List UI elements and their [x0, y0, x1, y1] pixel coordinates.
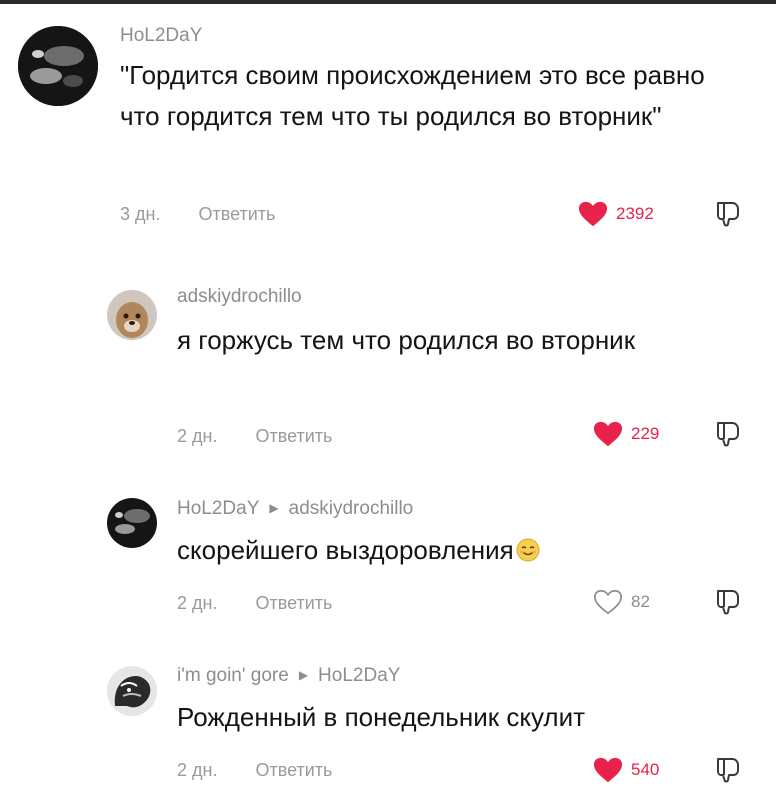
avatar-image: [107, 498, 157, 548]
comment-username[interactable]: HoL2DaY ▶ adskiydrochillo: [177, 498, 413, 520]
heart-icon: [593, 757, 623, 783]
comment-meta: 2 дн. Ответить: [177, 760, 332, 781]
heart-icon: [593, 421, 623, 447]
comment-age: 2 дн.: [177, 426, 218, 446]
reply-to-username[interactable]: HoL2DaY: [318, 665, 400, 686]
comment-item: HoL2DaY "Гордится своим происхождением э…: [0, 0, 776, 240]
avatar[interactable]: [107, 290, 157, 340]
dislike-icon[interactable]: [713, 199, 743, 229]
comment-username[interactable]: HoL2DaY: [120, 25, 202, 47]
comment-age: 2 дн.: [177, 760, 218, 780]
comment-meta: 2 дн. Ответить: [177, 593, 332, 614]
reply-arrow-icon: ▶: [298, 668, 309, 682]
reply-button[interactable]: Ответить: [255, 760, 332, 780]
like-button[interactable]: 2392: [578, 198, 654, 230]
avatar[interactable]: [107, 498, 157, 548]
comment-item: i'm goin' gore ▶ HoL2DaY Рожденный в понед…: [0, 655, 776, 800]
comment-text: я горжусь тем что родился во вторник: [177, 325, 636, 355]
reply-button[interactable]: Ответить: [198, 204, 275, 224]
avatar-image: [107, 666, 157, 716]
comment-meta: 3 дн. Ответить: [120, 204, 275, 225]
comment-item: adskiydrochillo я горжусь тем что родилс…: [0, 270, 776, 470]
avatar[interactable]: [18, 26, 98, 106]
avatar[interactable]: [107, 666, 157, 716]
avatar-image: [107, 290, 157, 340]
like-count: 540: [631, 760, 660, 779]
reply-to-username[interactable]: adskiydrochillo: [289, 498, 414, 519]
comment-age: 2 дн.: [177, 593, 218, 613]
dislike-icon[interactable]: [713, 755, 743, 785]
dislike-icon[interactable]: [713, 587, 743, 617]
heart-outline-icon: [594, 589, 622, 615]
comment-text: "Гордится своим происхождением это все р…: [120, 60, 705, 131]
comment-username[interactable]: adskiydrochillo: [177, 286, 302, 308]
like-button[interactable]: 82: [593, 586, 650, 618]
like-button[interactable]: 540: [593, 754, 659, 786]
comment-username[interactable]: i'm goin' gore ▶ HoL2DaY: [177, 665, 400, 687]
reply-arrow-icon: ▶: [269, 501, 279, 515]
comment-age: 3 дн.: [120, 204, 161, 224]
dislike-icon[interactable]: [713, 419, 743, 449]
like-button[interactable]: 229: [593, 418, 659, 450]
comment-text: скорейшего выздоровления: [177, 530, 737, 571]
heart-icon: [578, 201, 608, 227]
reply-button[interactable]: Ответить: [255, 593, 332, 613]
comment-meta: 2 дн. Ответить: [177, 426, 332, 447]
comment-text: Рожденный в понедельник скулит: [177, 702, 586, 732]
smiling-face-emoji: [516, 538, 540, 562]
comment-item: HoL2DaY ▶ adskiydrochillo скорейшего выздо…: [0, 480, 776, 650]
avatar-image: [18, 26, 98, 106]
reply-button[interactable]: Ответить: [255, 426, 332, 446]
like-count: 2392: [616, 204, 654, 223]
like-count: 82: [631, 592, 650, 611]
like-count: 229: [631, 424, 660, 443]
